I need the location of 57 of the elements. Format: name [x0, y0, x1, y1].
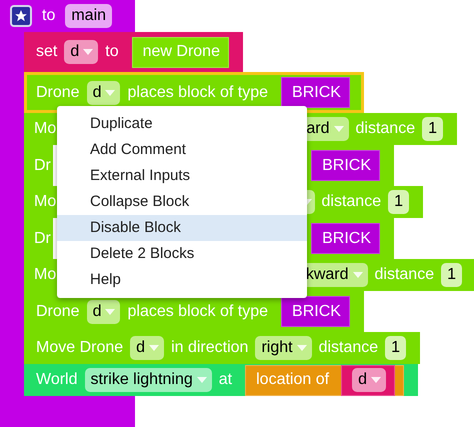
caret-icon [352, 272, 362, 278]
dropdown[interactable]: d [64, 40, 98, 64]
caret-icon [105, 90, 116, 96]
dropdown[interactable]: d [130, 336, 164, 360]
block-label: distance [374, 265, 434, 285]
menu-item[interactable]: Duplicate [57, 111, 307, 137]
caret-icon [370, 377, 381, 383]
menu-item[interactable]: Disable Block [57, 215, 307, 241]
number-field[interactable]: 1 [441, 263, 462, 287]
block-label: Dr [34, 228, 51, 248]
block-label: places block of type [127, 302, 268, 322]
block-label: Mo [34, 265, 56, 285]
block-label: Drone [36, 82, 80, 102]
block-label: at [218, 370, 232, 390]
block-label: Drone [36, 302, 80, 322]
number-field[interactable]: 1 [422, 117, 443, 141]
block-label: places block of type [127, 82, 268, 102]
caret-icon [334, 126, 344, 132]
block-label: new Drone [142, 42, 220, 62]
block-label: BRICK [322, 156, 371, 176]
block-label: BRICK [292, 82, 341, 102]
block-label: Mo [34, 119, 56, 139]
procedure-name: main [65, 4, 112, 28]
dropdown[interactable]: d [352, 368, 386, 392]
block-label: BRICK [292, 302, 341, 322]
dropdown[interactable]: right [255, 336, 312, 360]
menu-item[interactable]: Delete 2 Blocks [57, 241, 307, 267]
dropdown[interactable]: d [86, 300, 120, 324]
world-statement[interactable]: World strike lightning at location of d [24, 364, 418, 396]
block-label: distance [322, 192, 382, 212]
caret-icon [196, 377, 207, 383]
menu-item[interactable]: Add Comment [57, 137, 307, 163]
block-label: distance [318, 338, 378, 358]
block-label: Dr [34, 156, 51, 176]
caret-icon [83, 49, 94, 55]
caret-icon [149, 345, 160, 351]
block-label: set [36, 42, 58, 62]
menu-item[interactable]: External Inputs [57, 163, 307, 189]
block-label: location of [256, 370, 330, 390]
block-label: to [42, 6, 56, 26]
caret-icon [105, 308, 116, 314]
move-drone-statement[interactable]: Move Drone d in direction right distance 1 [24, 332, 420, 364]
block-label: Mo [34, 192, 56, 212]
block-label: World [36, 370, 78, 390]
block-label: distance [356, 119, 416, 139]
dropdown[interactable]: d [86, 80, 120, 104]
dropdown[interactable]: strike lightning [84, 368, 212, 392]
block-label: in direction [171, 338, 248, 358]
set-block[interactable]: set d to new Drone [24, 32, 243, 72]
number-field[interactable]: 1 [388, 190, 409, 214]
number-field[interactable]: 1 [385, 336, 406, 360]
caret-icon [296, 345, 307, 351]
menu-item[interactable]: Help [57, 267, 307, 293]
block-label: to [105, 42, 119, 62]
menu-item[interactable]: Collapse Block [57, 189, 307, 215]
block-label: BRICK [322, 228, 371, 248]
block-label: Move Drone [36, 338, 124, 358]
